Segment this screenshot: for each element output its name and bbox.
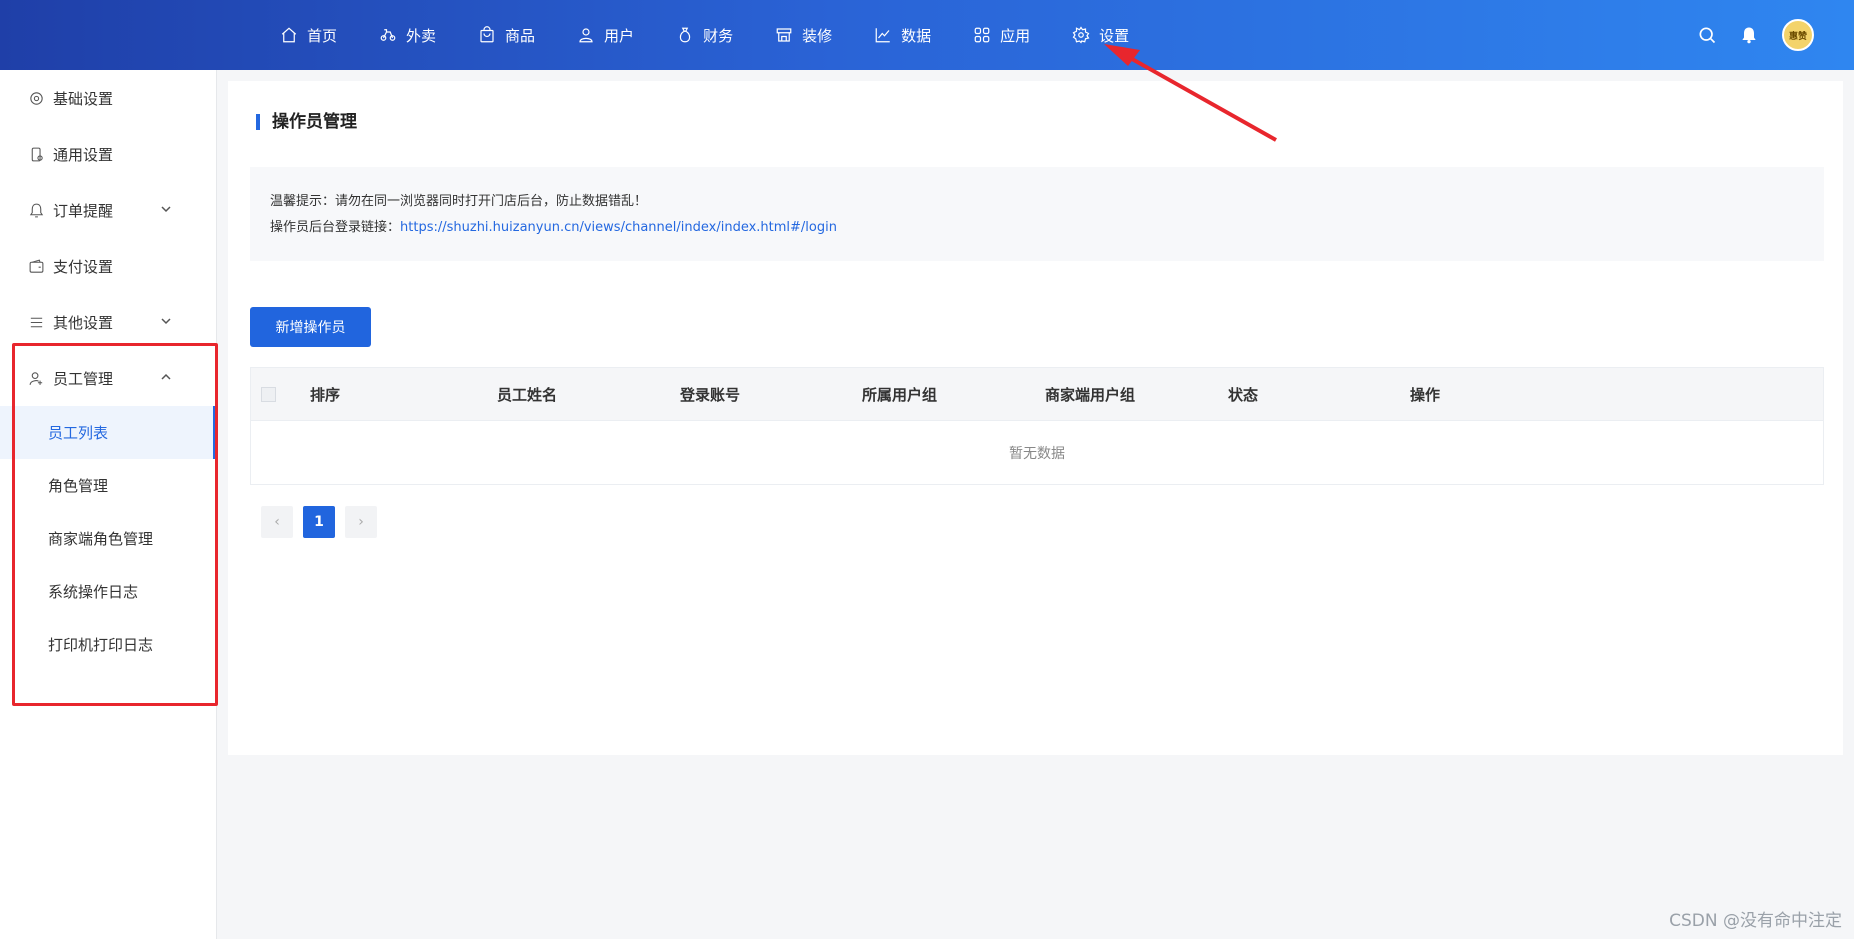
bike-icon — [380, 29, 396, 41]
column-header: 操作 — [1410, 386, 1441, 404]
chevron-up-icon — [161, 373, 171, 380]
nav-item-data[interactable]: 数据 — [874, 25, 931, 46]
nav-label: 数据 — [901, 26, 932, 45]
wallet-icon — [29, 258, 44, 273]
nav-label: 财务 — [703, 26, 734, 45]
column-header: 商家端用户组 — [1045, 386, 1136, 404]
gear-icon — [1072, 26, 1090, 44]
home-icon — [281, 27, 297, 43]
top-right-actions: 惠赞 — [1676, 0, 1814, 70]
prev-page-button[interactable]: ‹ — [261, 506, 293, 538]
main-nav: 首页 外卖 商品 用户 财务 装修 数据 应用 设置 — [280, 0, 1171, 70]
phone-icon — [31, 147, 43, 161]
sidebar-item-payment-settings[interactable]: 支付设置 — [0, 238, 216, 294]
login-link[interactable]: https://shuzhi.huizanyun.cn/views/channe… — [400, 220, 837, 235]
sidebar-subitem-role-management[interactable]: 角色管理 — [0, 459, 216, 512]
nav-item-decoration[interactable]: 装修 — [775, 25, 832, 46]
sidebar-item-general-settings[interactable]: 通用设置 — [0, 126, 216, 182]
nav-label: 应用 — [1000, 26, 1031, 45]
bag-icon — [480, 26, 494, 43]
column-header[interactable]: 排序 — [310, 384, 340, 405]
empty-state: 暂无数据 — [251, 420, 1823, 484]
main-panel: 操作员管理 温馨提示：请勿在同一浏览器同时打开门店后台，防止数据错乱！ 操作员后… — [228, 81, 1843, 755]
search-button[interactable] — [1696, 24, 1718, 46]
nav-item-home[interactable]: 首页 — [280, 25, 337, 46]
table-header: 排序 员工姓名 登录账号 所属用户组 商家端用户组 状态 操作 — [251, 368, 1823, 420]
watermark: CSDN @没有命中注定 — [1669, 911, 1842, 931]
list-icon — [30, 317, 43, 327]
page-button[interactable]: 1 — [303, 506, 335, 538]
bell-icon — [1742, 27, 1756, 44]
sidebar-subitem-staff-list[interactable]: 员工列表 — [0, 406, 216, 459]
user-settings-icon — [29, 371, 43, 385]
sidebar-item-label: 订单提醒 — [53, 201, 114, 220]
sidebar-item-label: 基础设置 — [53, 89, 114, 108]
user-icon — [579, 28, 593, 43]
nav-label: 商品 — [505, 26, 536, 45]
tip-line: 操作员后台登录链接：https://shuzhi.huizanyun.cn/vi… — [270, 215, 1804, 241]
apps-icon — [974, 27, 990, 43]
sidebar-item-basic-settings[interactable]: 基础设置 — [0, 70, 216, 126]
gear-icon — [30, 91, 43, 105]
money-bag-icon — [679, 27, 691, 43]
sidebar-item-label: 通用设置 — [53, 145, 114, 164]
nav-item-settings[interactable]: 设置 — [1072, 25, 1129, 46]
select-all-checkbox[interactable] — [261, 386, 276, 402]
bell-icon — [29, 203, 44, 217]
sidebar-item-label: 员工管理 — [53, 369, 114, 388]
tip-line: 温馨提示：请勿在同一浏览器同时打开门店后台，防止数据错乱！ — [270, 194, 648, 209]
sidebar-item-label: 支付设置 — [53, 257, 114, 276]
nav-item-goods[interactable]: 商品 — [478, 25, 535, 46]
page-title: 操作员管理 — [256, 114, 357, 131]
nav-label: 设置 — [1099, 26, 1130, 45]
top-navigation-bar: 首页 外卖 商品 用户 财务 装修 数据 应用 设置 惠赞 — [0, 0, 1854, 70]
sidebar-item-other-settings[interactable]: 其他设置 — [0, 294, 216, 350]
sidebar-subitem-system-log[interactable]: 系统操作日志 — [0, 565, 216, 618]
add-operator-button[interactable]: 新增操作员 — [250, 307, 371, 347]
nav-label: 装修 — [802, 26, 833, 45]
notifications-button[interactable] — [1738, 24, 1760, 46]
column-header: 登录账号 — [680, 386, 741, 404]
tip-link-prefix: 操作员后台登录链接： — [270, 220, 401, 235]
sidebar-subitem-merchant-role-management[interactable]: 商家端角色管理 — [0, 512, 216, 565]
column-header: 所属用户组 — [862, 386, 938, 404]
shop-icon — [776, 28, 792, 42]
nav-item-users[interactable]: 用户 — [577, 25, 634, 46]
sidebar-item-label: 其他设置 — [53, 313, 114, 332]
avatar[interactable]: 惠赞 — [1782, 19, 1814, 51]
nav-item-finance[interactable]: 财务 — [676, 25, 733, 46]
nav-label: 首页 — [307, 26, 338, 45]
sidebar-item-staff-management[interactable]: 员工管理 — [0, 350, 216, 406]
column-header: 状态 — [1228, 386, 1259, 404]
nav-label: 外卖 — [406, 26, 437, 45]
nav-item-apps[interactable]: 应用 — [973, 25, 1030, 46]
sidebar: 基础设置 通用设置 订单提醒 支付设置 其他设置 员工管理 员工列表 角色管理 … — [0, 70, 217, 939]
pagination: ‹ 1 › — [261, 506, 387, 538]
nav-item-takeout[interactable]: 外卖 — [379, 25, 436, 46]
chevron-down-icon — [161, 206, 171, 213]
operator-table: 排序 员工姓名 登录账号 所属用户组 商家端用户组 状态 操作 暂无数据 — [250, 367, 1824, 485]
sidebar-subitem-printer-log[interactable]: 打印机打印日志 — [0, 618, 216, 671]
tip-box: 温馨提示：请勿在同一浏览器同时打开门店后台，防止数据错乱！ 操作员后台登录链接：… — [250, 167, 1824, 261]
sidebar-item-order-reminder[interactable]: 订单提醒 — [0, 182, 216, 238]
search-icon — [1699, 27, 1716, 44]
avatar-text: 惠赞 — [1788, 31, 1807, 42]
nav-label: 用户 — [604, 26, 635, 45]
chart-icon — [875, 28, 890, 43]
next-page-button[interactable]: › — [345, 506, 377, 538]
chevron-down-icon — [161, 318, 171, 325]
column-header: 员工姓名 — [497, 386, 558, 404]
